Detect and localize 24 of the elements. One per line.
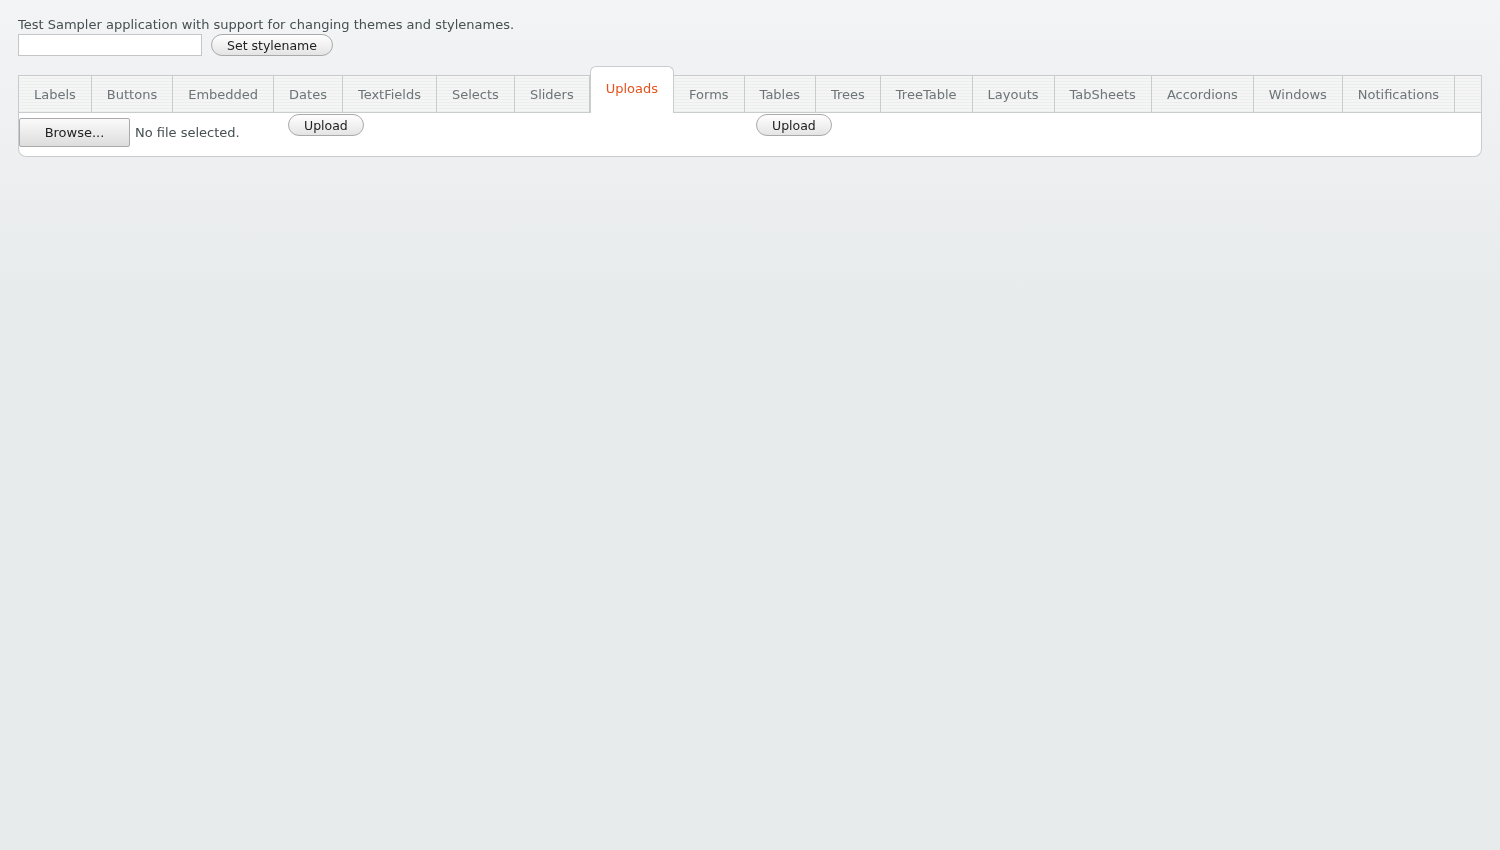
tab[interactable]: TextFields <box>342 75 437 113</box>
tab[interactable]: Layouts <box>972 75 1055 113</box>
tab[interactable]: TabSheets <box>1054 75 1152 113</box>
upload-button[interactable]: Upload <box>756 114 832 136</box>
tab[interactable]: Buttons <box>91 75 174 113</box>
tab[interactable]: Trees <box>816 75 881 113</box>
tab[interactable]: Labels <box>18 75 92 113</box>
tab[interactable]: Windows <box>1253 75 1343 113</box>
tab[interactable]: Accordions <box>1151 75 1254 113</box>
tab[interactable]: Tables <box>744 75 816 113</box>
tab[interactable]: Uploads <box>589 66 675 113</box>
upload-button[interactable]: Upload <box>288 114 364 136</box>
tab[interactable]: TreeTable <box>880 75 973 113</box>
browse-button[interactable]: Browse... <box>19 118 130 147</box>
file-status-text: No file selected. <box>135 125 240 140</box>
description-text: Test Sampler application with support for changing themes and stylenames. <box>18 16 516 33</box>
tab[interactable]: Dates <box>274 75 343 113</box>
set-stylename-button[interactable]: Set stylename <box>211 34 333 56</box>
tab[interactable]: Selects <box>437 75 515 113</box>
tab[interactable]: Embedded <box>173 75 275 113</box>
tab[interactable]: Notifications <box>1342 75 1456 113</box>
tab[interactable]: Sliders <box>514 75 590 113</box>
stylename-field[interactable] <box>18 34 202 56</box>
tab[interactable]: Forms <box>674 75 745 113</box>
